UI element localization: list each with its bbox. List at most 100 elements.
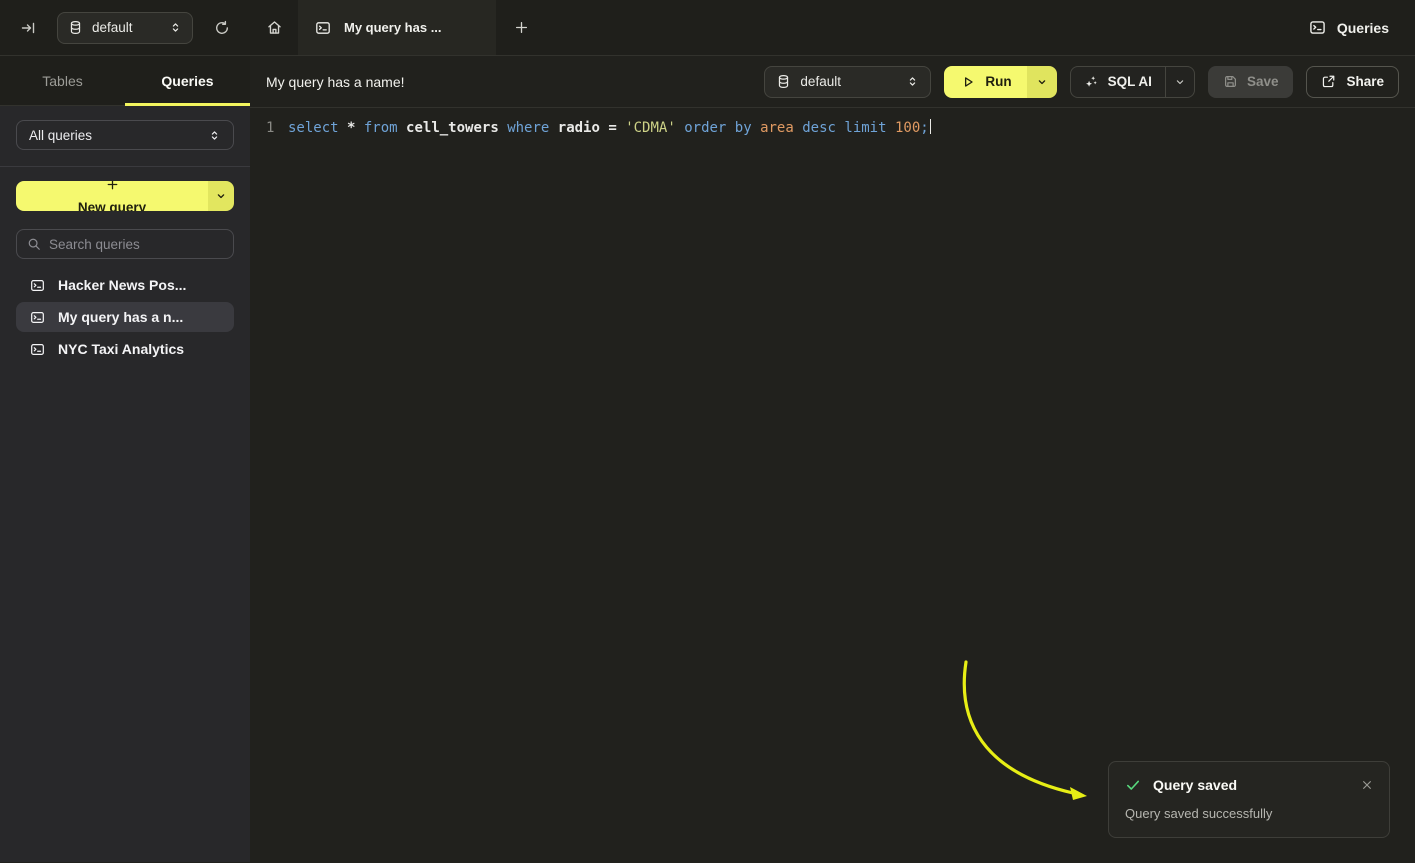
database-icon bbox=[68, 20, 83, 35]
query-terminal-icon bbox=[30, 342, 45, 357]
query-list-item-nyc-taxi[interactable]: NYC Taxi Analytics bbox=[16, 334, 234, 364]
toast-close-button[interactable] bbox=[1361, 779, 1373, 791]
query-list: Hacker News Pos... My query has a n... bbox=[16, 270, 234, 364]
sql-token: order by bbox=[684, 120, 760, 136]
search-icon bbox=[27, 237, 41, 251]
queries-context-label: Queries bbox=[1309, 0, 1415, 55]
queries-terminal-icon bbox=[1309, 19, 1326, 36]
chevron-updown-icon bbox=[208, 129, 221, 142]
sql-ai-main[interactable]: SQL AI bbox=[1071, 67, 1166, 97]
sql-token: * bbox=[347, 120, 364, 136]
query-terminal-icon bbox=[315, 20, 331, 36]
queries-label-text: Queries bbox=[1337, 20, 1389, 36]
sidebar-divider bbox=[0, 166, 250, 167]
plus-icon bbox=[106, 181, 119, 191]
tab-tables[interactable]: Tables bbox=[0, 56, 125, 105]
collapse-sidebar-button[interactable] bbox=[14, 14, 42, 42]
database-selector[interactable]: default bbox=[764, 66, 931, 98]
text-cursor bbox=[930, 119, 932, 134]
share-icon bbox=[1321, 74, 1336, 89]
sql-token: area bbox=[760, 120, 802, 136]
toast-header: Query saved bbox=[1125, 777, 1373, 793]
query-item-label: NYC Taxi Analytics bbox=[58, 341, 184, 357]
sql-token: = bbox=[608, 120, 625, 136]
run-label: Run bbox=[985, 74, 1011, 89]
toast-title: Query saved bbox=[1153, 777, 1349, 793]
save-floppy-icon bbox=[1223, 74, 1238, 89]
sql-token: select bbox=[288, 120, 347, 136]
toast-message: Query saved successfully bbox=[1125, 806, 1373, 821]
refresh-icon bbox=[214, 20, 230, 36]
query-header: My query has a name! default bbox=[250, 56, 1415, 108]
check-icon bbox=[1125, 777, 1141, 793]
home-icon bbox=[266, 19, 283, 36]
sql-ai-label: SQL AI bbox=[1108, 74, 1152, 89]
sql-token: 'CDMA' bbox=[625, 120, 684, 136]
sql-token: where bbox=[507, 120, 558, 136]
chevron-down-icon bbox=[215, 190, 227, 202]
new-tab-button[interactable] bbox=[496, 0, 546, 55]
sql-token: desc bbox=[802, 120, 844, 136]
line-number: 1 bbox=[250, 118, 288, 138]
sql-code: select * from cell_towers where radio = … bbox=[288, 118, 931, 138]
search-queries-input[interactable] bbox=[49, 237, 223, 252]
database-icon bbox=[776, 74, 791, 89]
query-item-label: Hacker News Pos... bbox=[58, 277, 186, 293]
app-shell: Tables Queries All queries bbox=[0, 56, 1415, 862]
new-query-button[interactable]: New query bbox=[16, 181, 234, 211]
query-list-item-hacker-news[interactable]: Hacker News Pos... bbox=[16, 270, 234, 300]
share-button[interactable]: Share bbox=[1306, 66, 1399, 98]
query-toolbar: default Run bbox=[764, 66, 1399, 98]
new-query-dropdown[interactable] bbox=[208, 181, 234, 211]
new-query-label: New query bbox=[78, 200, 146, 212]
sql-token: limit bbox=[844, 120, 895, 136]
query-list-item-my-query[interactable]: My query has a n... bbox=[16, 302, 234, 332]
sql-ai-button[interactable]: SQL AI bbox=[1070, 66, 1195, 98]
home-button[interactable] bbox=[250, 0, 298, 55]
run-button-main[interactable]: Run bbox=[944, 66, 1026, 98]
code-line: 1 select * from cell_towers where radio … bbox=[250, 118, 1415, 138]
tab-queries[interactable]: Queries bbox=[125, 56, 250, 105]
chevron-down-icon bbox=[1036, 76, 1048, 88]
sql-ai-dropdown[interactable] bbox=[1166, 67, 1194, 97]
tab-title: My query has ... bbox=[344, 20, 442, 35]
database-selector-value: default bbox=[92, 20, 160, 35]
sql-token: ; bbox=[920, 120, 928, 136]
new-query-main[interactable]: New query bbox=[16, 181, 208, 211]
play-icon bbox=[961, 75, 975, 89]
main-panel: My query has a name! default bbox=[250, 56, 1415, 862]
query-saved-toast: Query saved Query saved successfully bbox=[1108, 761, 1390, 838]
refresh-button[interactable] bbox=[208, 14, 236, 42]
sql-token: cell_towers bbox=[406, 120, 507, 136]
query-item-label: My query has a n... bbox=[58, 309, 183, 325]
database-selector[interactable]: default bbox=[57, 12, 193, 44]
tab-strip: My query has ... Queries bbox=[250, 0, 1415, 55]
chevron-updown-icon bbox=[169, 21, 182, 34]
query-terminal-icon bbox=[30, 278, 45, 293]
search-queries-box bbox=[16, 229, 234, 259]
run-button[interactable]: Run bbox=[944, 66, 1056, 98]
top-bar: default bbox=[0, 0, 1415, 56]
sidebar-tab-bar: Tables Queries bbox=[0, 56, 250, 106]
save-button[interactable]: Save bbox=[1208, 66, 1294, 98]
sidebar-body: All queries New query bbox=[0, 106, 250, 862]
chevron-down-icon bbox=[1174, 76, 1186, 88]
database-selector-value: default bbox=[800, 74, 897, 89]
run-dropdown[interactable] bbox=[1027, 66, 1057, 98]
sparkles-icon bbox=[1084, 74, 1099, 89]
query-filter-value: All queries bbox=[29, 128, 92, 143]
share-label: Share bbox=[1346, 74, 1384, 89]
sql-editor[interactable]: 1 select * from cell_towers where radio … bbox=[250, 108, 1415, 862]
chevron-updown-icon bbox=[906, 75, 919, 88]
query-filter-select[interactable]: All queries bbox=[16, 120, 234, 150]
save-label: Save bbox=[1247, 74, 1279, 89]
sql-token: from bbox=[364, 120, 406, 136]
sidebar: Tables Queries All queries bbox=[0, 56, 250, 862]
sql-token: 100 bbox=[895, 120, 920, 136]
plus-icon bbox=[514, 20, 529, 35]
tab-my-query[interactable]: My query has ... bbox=[298, 0, 496, 55]
sql-token: radio bbox=[558, 120, 609, 136]
topbar-left-section: default bbox=[0, 0, 250, 55]
collapse-sidebar-icon bbox=[20, 20, 36, 36]
query-title: My query has a name! bbox=[266, 74, 405, 90]
